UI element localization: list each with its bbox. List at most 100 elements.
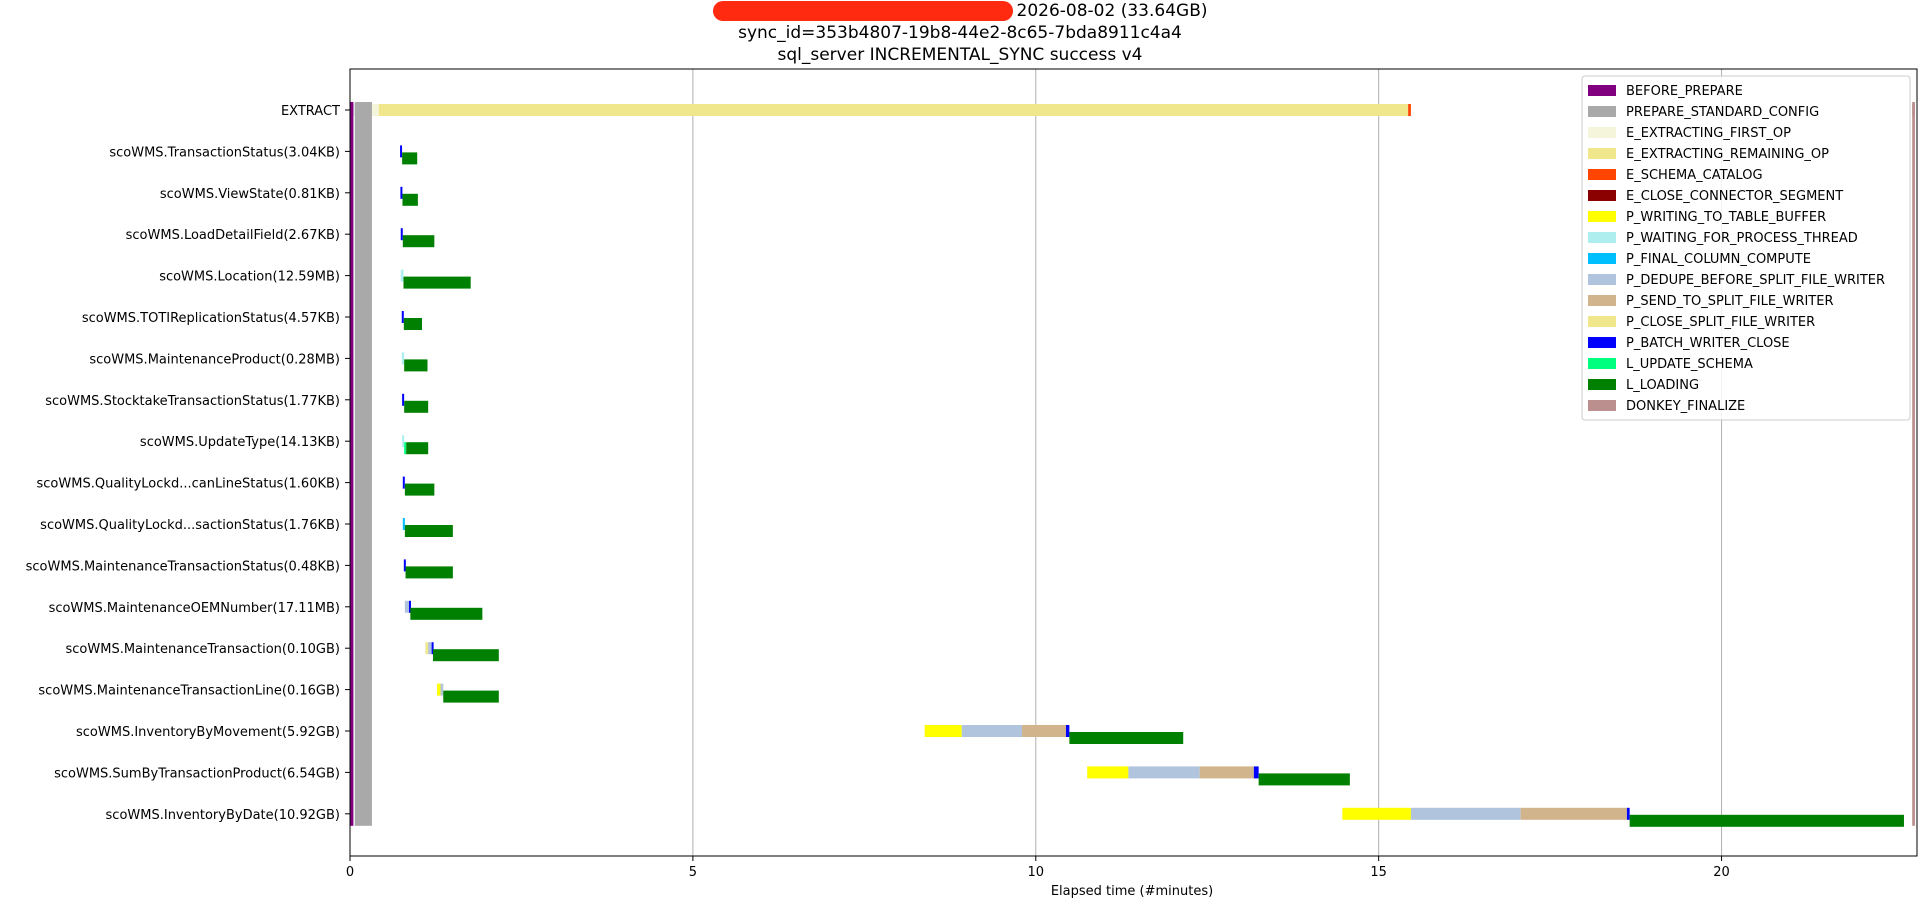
legend-label: P_WRITING_TO_TABLE_BUFFER [1626, 210, 1826, 225]
y-tick-label: scoWMS.TransactionStatus(3.04KB) [109, 145, 340, 160]
bar-p-writing-to-table-buffer [1342, 807, 1411, 820]
legend-label: P_DEDUPE_BEFORE_SPLIT_FILE_WRITER [1626, 273, 1885, 288]
bar-p-writing-to-table-buffer [924, 725, 962, 737]
y-tick-label: scoWMS.UpdateType(14.13KB) [140, 435, 340, 450]
y-tick-label: scoWMS.MaintenanceOEMNumber(17.11MB) [49, 601, 340, 616]
bar-l-loading [402, 152, 418, 165]
legend-label: P_BATCH_WRITER_CLOSE [1626, 336, 1790, 351]
bar-l-loading [403, 318, 423, 330]
bar-l-loading [404, 400, 429, 413]
bar-p-batch-writer-close [403, 559, 406, 572]
legend-swatch [1588, 274, 1616, 285]
y-tick-label: scoWMS.MaintenanceTransactionLine(0.16GB… [38, 684, 340, 699]
bar-p-waiting-for-process-thread [402, 435, 405, 448]
bar-l-loading [402, 193, 418, 206]
legend: BEFORE_PREPARE PREPARE_STANDARD_CONFIG E_E… [1581, 75, 1911, 421]
bar-l-loading [405, 566, 453, 579]
bar-p-batch-writer-close [402, 476, 405, 489]
legend-label: E_EXTRACTING_REMAINING_OP [1626, 147, 1829, 162]
legend-label: P_CLOSE_SPLIT_FILE_WRITER [1626, 315, 1815, 330]
bar-l-loading [404, 483, 435, 496]
bar-l-loading [443, 690, 499, 703]
y-tick-label: scoWMS.InventoryByMovement(5.92GB) [76, 725, 340, 740]
bar-l-loading [432, 649, 499, 662]
y-tick-label: EXTRACT [281, 104, 340, 119]
bar-e-schema-catalog [1408, 104, 1411, 116]
bar-e-extracting-first-op [371, 104, 379, 116]
bar-p-dedupe-before-split-file-writer [404, 600, 409, 613]
grid-lines [692, 69, 1723, 856]
legend-swatch [1588, 127, 1616, 138]
bar-prepare-standard-config [354, 104, 372, 116]
bar-p-final-column-compute [402, 518, 405, 530]
bar-p-dedupe-before-split-file-writer [961, 725, 1023, 737]
bar-p-send-to-split-file-writer [1520, 807, 1627, 820]
bar-p-send-to-split-file-writer [1199, 766, 1254, 779]
x-tick-label: 0 [346, 865, 354, 880]
bar-before-prepare [350, 104, 354, 116]
y-tick-label: scoWMS.MaintenanceTransaction(0.10GB) [66, 642, 341, 657]
bar-p-waiting-for-process-thread [401, 352, 405, 365]
config-span-before-prepare [350, 102, 354, 826]
y-tick-label: scoWMS.Location(12.59MB) [159, 270, 340, 285]
bar-l-loading [404, 359, 428, 372]
legend-label: E_CLOSE_CONNECTOR_SEGMENT [1626, 189, 1843, 204]
bar-p-dedupe-before-split-file-writer [1410, 807, 1521, 820]
legend-label: L_UPDATE_SCHEMA [1626, 357, 1753, 372]
x-axis-label: Elapsed time (#minutes) [1051, 884, 1213, 899]
legend-swatch [1588, 379, 1616, 390]
config-span-prepare-standard-config [354, 102, 372, 826]
legend-swatch [1588, 253, 1616, 264]
bar-p-batch-writer-close [1626, 807, 1630, 820]
x-tick-label: 20 [1713, 865, 1730, 880]
bar-l-loading [1629, 814, 1904, 827]
y-axis-labels: EXTRACT scoWMS.TransactionStatus(3.04KB) s… [26, 104, 350, 823]
legend-swatch [1588, 169, 1616, 180]
bar-p-batch-writer-close [402, 393, 405, 406]
y-tick-label: scoWMS.MaintenanceTransactionStatus(0.48… [26, 559, 340, 574]
legend-label: P_FINAL_COLUMN_COMPUTE [1626, 252, 1811, 267]
bar-p-batch-writer-close [400, 228, 403, 241]
legend-label: P_WAITING_FOR_PROCESS_THREAD [1626, 231, 1858, 246]
legend-label: BEFORE_PREPARE [1626, 84, 1743, 99]
y-tick-label: scoWMS.InventoryByDate(10.92GB) [106, 808, 340, 823]
bar-p-writing-to-table-buffer [1087, 766, 1129, 779]
x-tick-label: 15 [1370, 865, 1387, 880]
bar-p-send-to-split-file-writer [1022, 725, 1066, 737]
legend-swatch [1588, 232, 1616, 243]
bar-l-loading [403, 276, 471, 289]
bar-p-dedupe-before-split-file-writer [440, 683, 444, 696]
legend-label: E_SCHEMA_CATALOG [1626, 168, 1763, 183]
bar-e-extracting-remaining-op [378, 104, 1409, 116]
legend-label: P_SEND_TO_SPLIT_FILE_WRITER [1626, 294, 1834, 309]
legend-swatch [1588, 190, 1616, 201]
bar-l-loading [1069, 732, 1184, 744]
legend-swatch [1588, 358, 1616, 369]
y-tick-label: scoWMS.QualityLockd...canLineStatus(1.60… [37, 477, 340, 492]
bar-e-extracting-remaining-op [425, 642, 429, 655]
legend-swatch [1588, 337, 1616, 348]
legend-swatch [1588, 148, 1616, 159]
y-tick-label: scoWMS.SumByTransactionProduct(6.54GB) [54, 766, 340, 781]
bar-p-waiting-for-process-thread [400, 269, 404, 282]
bar-l-loading [410, 607, 483, 620]
bar-p-dedupe-before-split-file-writer [428, 642, 432, 655]
legend-label: E_EXTRACTING_FIRST_OP [1626, 126, 1791, 141]
bar-l-update-schema [404, 442, 407, 455]
y-tick-label: scoWMS.LoadDetailField(2.67KB) [126, 228, 340, 243]
x-axis-ticks: 0 5 10 15 20 [346, 856, 1730, 880]
bar-p-batch-writer-close [1253, 766, 1259, 779]
y-tick-label: scoWMS.TOTIReplicationStatus(4.57KB) [82, 311, 340, 326]
bar-p-batch-writer-close [401, 311, 404, 323]
config-span-donkey-finalize [1912, 102, 1915, 826]
bar-p-writing-to-table-buffer [437, 683, 441, 696]
legend-swatch [1588, 295, 1616, 306]
bar-donkey-finalize [1912, 104, 1915, 116]
bar-l-loading [404, 525, 453, 537]
bar-l-loading [1258, 773, 1350, 786]
legend-swatch [1588, 316, 1616, 327]
legend-swatch [1588, 85, 1616, 96]
x-tick-label: 5 [689, 865, 697, 880]
bar-l-loading [406, 442, 429, 455]
bar-p-batch-writer-close [1065, 725, 1070, 737]
